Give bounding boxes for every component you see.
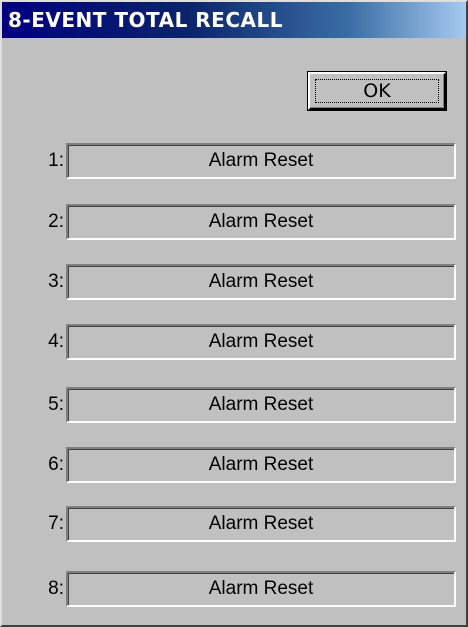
event-value-field: Alarm Reset <box>66 143 456 179</box>
event-number-label: 5: <box>48 394 64 415</box>
event-number-label: 6: <box>48 454 64 475</box>
title-bar[interactable]: 8-EVENT TOTAL RECALL <box>2 2 466 38</box>
event-row-4: 4: Alarm Reset <box>2 324 466 360</box>
ok-button-label: OK <box>315 79 439 103</box>
event-value-field: Alarm Reset <box>66 204 456 240</box>
event-row-7: 7: Alarm Reset <box>2 506 466 542</box>
event-value-field: Alarm Reset <box>66 387 456 423</box>
event-number-label: 1: <box>48 150 64 171</box>
event-row-5: 5: Alarm Reset <box>2 387 466 423</box>
event-value-field: Alarm Reset <box>66 571 456 607</box>
event-number-label: 2: <box>48 211 64 232</box>
event-recall-dialog: 8-EVENT TOTAL RECALL OK 1: Alarm Reset 2… <box>0 0 468 627</box>
event-number-label: 8: <box>48 578 64 599</box>
event-number-label: 3: <box>48 271 64 292</box>
event-number-label: 4: <box>48 331 64 352</box>
event-row-1: 1: Alarm Reset <box>2 143 466 179</box>
event-row-6: 6: Alarm Reset <box>2 447 466 483</box>
event-value-field: Alarm Reset <box>66 324 456 360</box>
event-number-label: 7: <box>48 513 64 534</box>
event-row-3: 3: Alarm Reset <box>2 264 466 300</box>
event-row-8: 8: Alarm Reset <box>2 571 466 607</box>
event-value-field: Alarm Reset <box>66 447 456 483</box>
window-title: 8-EVENT TOTAL RECALL <box>8 8 283 32</box>
event-value-field: Alarm Reset <box>66 506 456 542</box>
event-row-2: 2: Alarm Reset <box>2 204 466 240</box>
event-value-field: Alarm Reset <box>66 264 456 300</box>
ok-button[interactable]: OK <box>307 71 447 111</box>
